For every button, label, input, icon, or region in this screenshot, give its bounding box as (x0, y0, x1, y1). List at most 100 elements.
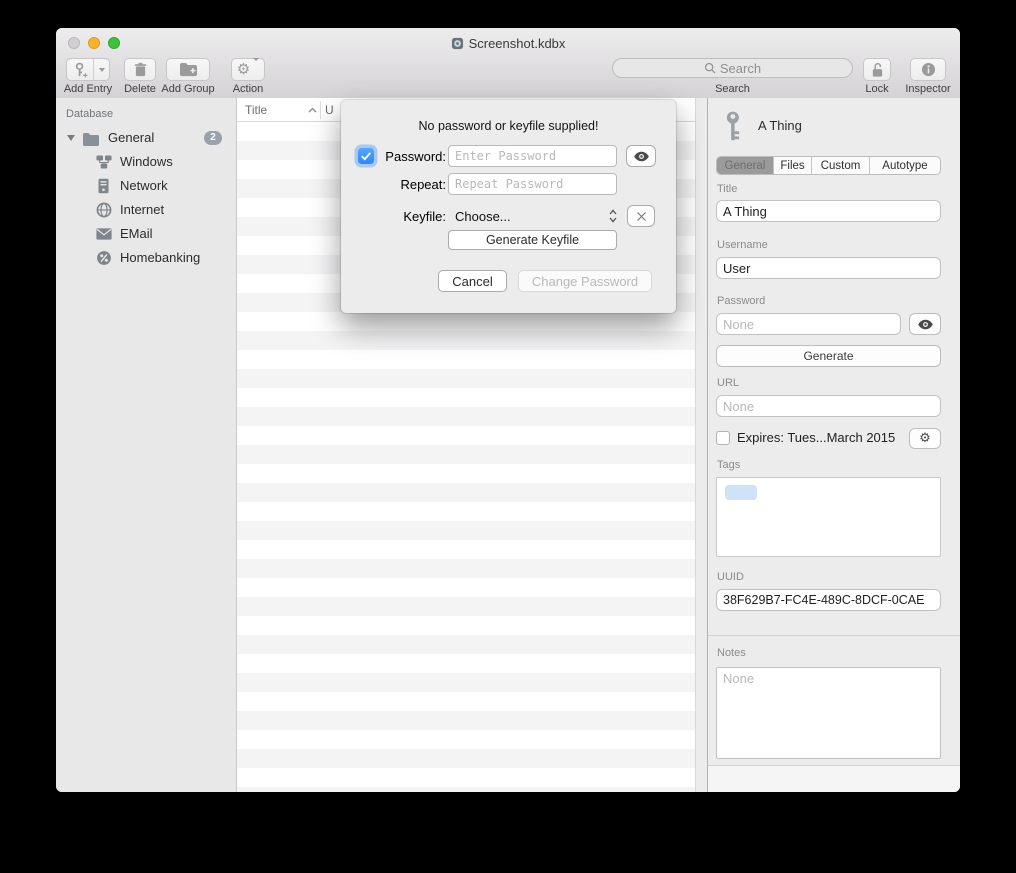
enter-password-input[interactable] (448, 145, 617, 167)
keyfile-value: Choose... (448, 209, 609, 224)
envelope-icon (96, 228, 112, 240)
sidebar: Database General 2 Windows (56, 98, 237, 792)
search-input[interactable]: Search (612, 58, 853, 78)
search-label: Search (612, 83, 853, 95)
sidebar-item-general[interactable]: General 2 (56, 126, 237, 150)
window-title: Screenshot.kdbx (469, 36, 566, 51)
entry-count-badge: 2 (204, 131, 222, 145)
gear-icon: ⚙ (919, 432, 931, 445)
add-entry-button[interactable] (66, 58, 110, 81)
title-field-label: Title (717, 183, 737, 195)
cancel-button[interactable]: Cancel (438, 270, 507, 292)
sort-ascending-icon (308, 107, 317, 113)
server-icon (97, 178, 110, 194)
gear-icon: ⚙ (237, 62, 250, 77)
search-placeholder: Search (720, 61, 761, 76)
clear-keyfile-button[interactable] (627, 205, 655, 227)
keyfile-popup-button[interactable]: Choose... (448, 205, 617, 227)
entry-title: A Thing (758, 118, 802, 133)
stepper-icon (609, 209, 617, 223)
repeat-password-input[interactable] (448, 173, 617, 195)
eye-icon (633, 151, 650, 162)
url-field[interactable] (716, 395, 941, 417)
folder-plus-icon (179, 62, 198, 77)
section-divider (708, 635, 960, 636)
uuid-field[interactable] (716, 589, 941, 611)
inspector-panel: A Thing General Files Custom Autotype Ti… (707, 98, 960, 792)
window-chrome: Screenshot.kdbx Add Entry (56, 28, 960, 99)
sidebar-item-email[interactable]: EMail (56, 222, 237, 246)
generate-keyfile-button[interactable]: Generate Keyfile (448, 230, 617, 250)
inspector-tabs: General Files Custom Autotype (716, 156, 941, 175)
inspector-footer (708, 766, 960, 792)
action-label: Action (222, 83, 274, 95)
key-plus-icon (67, 59, 93, 80)
notes-field-label: Notes (717, 647, 746, 659)
expires-checkbox[interactable] (716, 431, 730, 445)
key-icon (723, 111, 745, 141)
scrollbar-gutter[interactable] (695, 98, 707, 792)
username-field[interactable] (716, 257, 941, 279)
info-icon (921, 62, 936, 77)
tag-token[interactable] (725, 485, 757, 500)
add-group-label: Add Group (154, 83, 222, 95)
tags-field[interactable] (716, 477, 941, 557)
chevron-down-icon (253, 61, 259, 79)
change-password-dialog: No password or keyfile supplied! Passwor… (341, 100, 676, 313)
reveal-password-button[interactable] (626, 145, 656, 167)
password-field-label: Password (717, 295, 765, 307)
sidebar-item-label: General (108, 130, 154, 145)
inspector-label: Inspector (898, 83, 958, 95)
chevron-down-icon (93, 59, 109, 80)
sidebar-item-homebanking[interactable]: Homebanking (56, 246, 237, 270)
trash-icon (134, 62, 147, 77)
generate-password-button[interactable]: Generate (716, 345, 941, 367)
windows-network-icon (96, 155, 112, 169)
dialog-message: No password or keyfile supplied! (341, 119, 676, 133)
titlebar: Screenshot.kdbx (56, 34, 960, 52)
sidebar-item-windows[interactable]: Windows (56, 150, 237, 174)
screen-background: Screenshot.kdbx Add Entry (0, 0, 1016, 873)
magnifier-icon (704, 62, 716, 74)
inspector-button[interactable] (910, 58, 946, 81)
tab-autotype[interactable]: Autotype (870, 157, 940, 174)
app-window: Screenshot.kdbx Add Entry (56, 28, 960, 792)
column-header-title[interactable]: Title (245, 103, 267, 117)
change-password-button[interactable]: Change Password (518, 270, 652, 292)
tags-field-label: Tags (717, 459, 740, 471)
password-field[interactable] (716, 313, 901, 335)
tab-files[interactable]: Files (774, 157, 812, 174)
document-proxy-icon (451, 37, 464, 50)
close-x-icon (636, 211, 647, 222)
folder-icon (82, 132, 100, 146)
expires-options-button[interactable]: ⚙ (909, 428, 941, 449)
sidebar-item-internet[interactable]: Internet (56, 198, 237, 222)
lock-button[interactable] (863, 58, 891, 81)
sidebar-item-label: EMail (120, 226, 153, 241)
reveal-password-button[interactable] (909, 313, 941, 335)
uuid-field-label: UUID (717, 571, 744, 583)
sidebar-item-label: Windows (120, 154, 173, 169)
sidebar-item-label: Network (120, 178, 168, 193)
sidebar-item-network[interactable]: Network (56, 174, 237, 198)
open-padlock-icon (870, 62, 885, 78)
check-icon (361, 152, 371, 161)
add-group-button[interactable] (166, 58, 210, 81)
column-divider[interactable] (320, 101, 321, 119)
title-field[interactable] (716, 200, 941, 222)
percent-icon (96, 250, 112, 266)
repeat-label: Repeat: (371, 177, 446, 192)
delete-button[interactable] (124, 58, 156, 81)
notes-field[interactable] (716, 667, 941, 759)
action-button[interactable]: ⚙ (231, 58, 265, 81)
column-header-username[interactable]: U (325, 103, 334, 117)
password-label: Password: (371, 149, 446, 164)
sidebar-section-header: Database (66, 108, 113, 120)
tab-general[interactable]: General (717, 157, 774, 174)
sidebar-item-label: Internet (120, 202, 164, 217)
username-field-label: Username (717, 239, 768, 251)
globe-icon (96, 202, 112, 218)
tab-custom[interactable]: Custom (812, 157, 870, 174)
eye-icon (917, 319, 934, 330)
disclosure-triangle-icon[interactable] (67, 135, 75, 141)
